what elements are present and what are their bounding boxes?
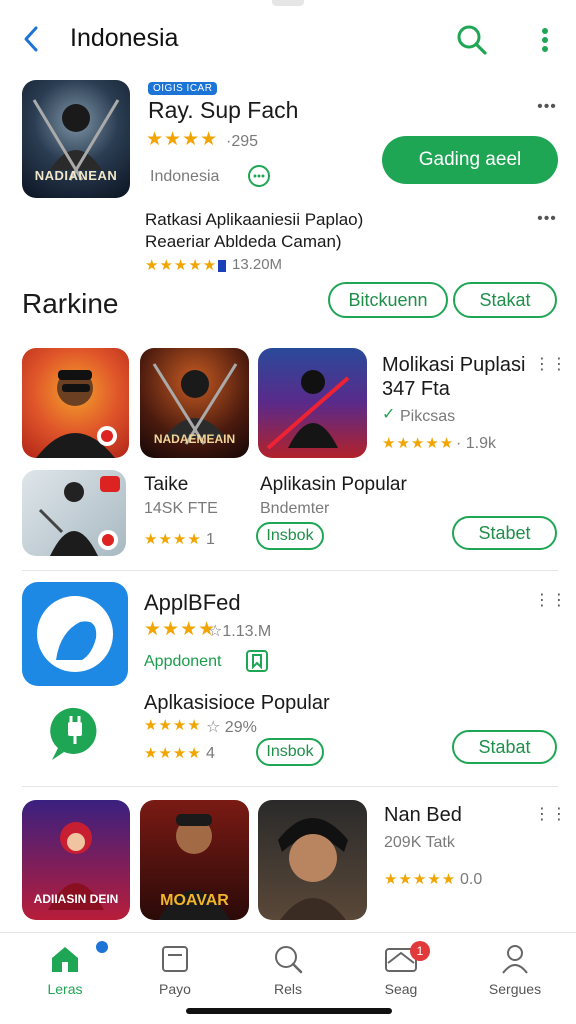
row3-side-rating: 0.0 — [460, 871, 483, 888]
notification-badge: 1 — [410, 941, 430, 961]
app-block-sub-title[interactable]: Aplkasisioce Popular — [144, 692, 330, 715]
featured-sub-meta: 13.20M — [232, 256, 283, 273]
app-tile-2[interactable]: NADAEMEAIN — [140, 348, 249, 458]
nav-label: Sergues — [488, 981, 542, 997]
app-tile-7[interactable] — [258, 800, 367, 920]
nav-label: Payo — [159, 981, 191, 997]
featured-sub-title-2: Reaeriar Abldeda Caman) — [145, 232, 342, 251]
nav-item-sergues[interactable]: Sergues — [470, 941, 560, 997]
app-block-title[interactable]: ApplBFed — [144, 590, 241, 616]
search-icon — [457, 25, 487, 55]
app-block-small-rating: 4 — [206, 745, 215, 762]
row1-side-stars: ★★★★★ — [382, 435, 455, 452]
chat-bubble-icon[interactable] — [246, 164, 272, 190]
filter-chip-2[interactable]: Stakat — [453, 282, 557, 318]
row1-side-cat: Pikcsas — [400, 408, 456, 425]
app-block-meta: ☆1.13.M — [208, 623, 272, 640]
back-arrow-icon — [24, 26, 38, 52]
row2-meta2: Bndemter — [260, 500, 330, 517]
person-icon — [502, 945, 528, 974]
featured-sub-title-1: Ratkasi Aplikaaniesii Paplao) — [145, 210, 364, 229]
app-tile-6-text: MOAVAR — [160, 892, 229, 909]
ninja-art-icon — [266, 370, 350, 450]
check-icon: ✓ — [382, 406, 396, 423]
row3-side-stars: ★★★★★ — [384, 871, 457, 888]
row2-meta1: 14SK FTE — [144, 500, 218, 517]
featured-country: Indonesia — [150, 168, 220, 185]
notification-dot — [96, 941, 108, 953]
featured-rating: ·295 — [226, 133, 259, 150]
nav-item-rels[interactable]: Rels — [243, 941, 333, 997]
man-portrait-icon — [278, 818, 348, 920]
row1-more-icon[interactable]: ⋮⋮ — [534, 357, 567, 374]
blue-square-icon — [218, 260, 226, 272]
row1-side-meta: · 1.9k — [456, 435, 497, 452]
square-icon — [162, 946, 188, 972]
featured-app-icon[interactable]: NADIANEAN — [22, 80, 130, 198]
row3-side-meta: 209K Tatk — [384, 834, 455, 851]
featured-chip: OIGIS ICAR — [148, 82, 218, 95]
row3-side-title[interactable]: Nan Bed — [384, 804, 462, 827]
nav-item-payo[interactable]: Payo — [130, 941, 220, 997]
app-block-sub-meta: ☆ 29% — [206, 719, 257, 736]
app-block-more-icon[interactable]: ⋮⋮ — [534, 593, 567, 610]
kebab-icon — [542, 28, 548, 52]
filter-chip-1[interactable]: Bitckuenn — [328, 282, 448, 318]
row2-button[interactable]: Stabet — [452, 516, 557, 550]
app-block-install-chip[interactable]: Insbok — [256, 738, 324, 766]
featured-app-poster-text: NADIANEAN — [34, 168, 118, 183]
row2-name2[interactable]: Aplikasin Popular — [260, 474, 407, 496]
profile-logo-icon — [37, 596, 113, 672]
featured-title[interactable]: Ray. Sup Fach — [148, 97, 298, 124]
section-title: Rarkine — [22, 288, 119, 319]
app-tile-5[interactable]: ADIIASIN DEIN — [22, 800, 130, 920]
row2-name1[interactable]: Taike — [144, 474, 188, 496]
app-block-small-stars: ★★★★ — [144, 745, 202, 762]
app-block-icon[interactable] — [22, 582, 128, 686]
app-tile-5-text: ADIIASIN DEIN — [33, 892, 119, 906]
page-title: Indonesia — [70, 24, 179, 52]
nav-item-seag[interactable]: Seag — [356, 941, 446, 997]
app-tile-6[interactable]: MOAVAR — [140, 800, 249, 920]
app-block-category: Appdonent — [144, 653, 222, 670]
divider-2 — [22, 786, 558, 787]
featured-more-icon[interactable]: ••• — [534, 99, 560, 116]
row2-stars1: ★★★★ — [144, 531, 202, 548]
row1-side-title[interactable]: Molikasi Puplasi — [382, 354, 525, 377]
app-tile-2-text: NADAEMEAIN — [153, 432, 236, 446]
soldier-art-icon — [38, 476, 120, 556]
nav-label: Rels — [273, 981, 302, 997]
home-icon — [52, 947, 78, 972]
nav-label: Seag — [384, 981, 418, 997]
featured-sub-more-icon[interactable]: ••• — [534, 211, 560, 228]
app-tile-1[interactable] — [22, 348, 129, 458]
nav-label: Leras — [47, 981, 83, 997]
back-button[interactable] — [14, 20, 48, 58]
app-block-button[interactable]: Stabat — [452, 730, 557, 764]
row3-more-icon[interactable]: ⋮⋮ — [534, 807, 567, 824]
bookmark-icon[interactable] — [246, 650, 268, 672]
row2-rating1: 1 — [206, 531, 215, 548]
app-block-stars: ★★★★ — [144, 619, 217, 640]
plug-chat-icon — [48, 704, 102, 764]
top-notch — [272, 0, 304, 6]
more-options-button[interactable] — [530, 20, 560, 60]
row1-side-sub: 347 Fta — [382, 378, 450, 400]
divider-1 — [22, 570, 558, 571]
person-art-icon — [36, 370, 117, 458]
home-indicator — [186, 1008, 392, 1014]
row2-install-chip[interactable]: Insbok — [256, 522, 324, 550]
app-tile-4[interactable] — [22, 470, 126, 556]
search-icon — [275, 946, 303, 974]
app-block-sub-stars: ★★★★ — [144, 717, 202, 734]
install-button[interactable]: Gading aeel — [382, 136, 558, 184]
featured-stars: ★★★★ — [146, 129, 219, 150]
app-tile-3[interactable] — [258, 348, 367, 458]
search-button[interactable] — [452, 20, 492, 60]
featured-sub-stars: ★★★★★ — [145, 257, 218, 274]
